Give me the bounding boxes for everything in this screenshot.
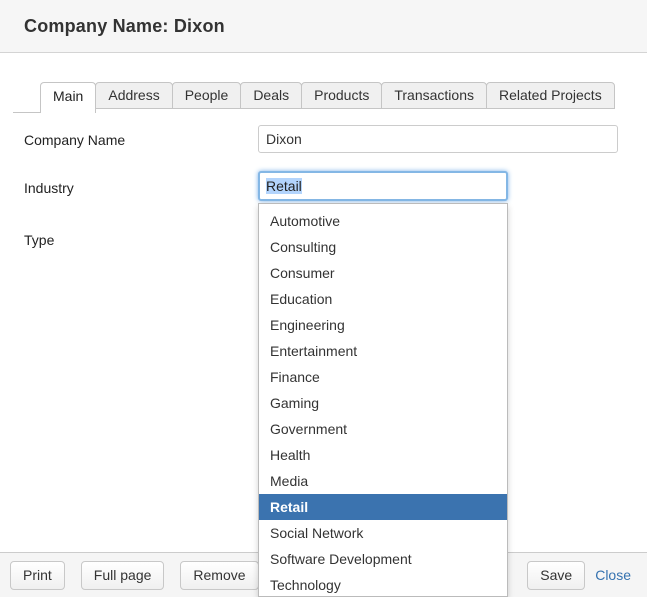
dropdown-option-software-development[interactable]: Software Development: [259, 546, 507, 572]
print-button[interactable]: Print: [10, 561, 65, 590]
dropdown-option-consulting[interactable]: Consulting: [259, 234, 507, 260]
tab-deals[interactable]: Deals: [240, 82, 302, 109]
company-dialog: Company Name: Dixon Main Address People …: [0, 0, 647, 597]
tab-related-projects[interactable]: Related Projects: [486, 82, 615, 109]
industry-dropdown: Automotive Consulting Consumer Education…: [258, 203, 508, 597]
dropdown-option-entertainment[interactable]: Entertainment: [259, 338, 507, 364]
page-title: Company Name: Dixon: [24, 16, 225, 37]
dropdown-option-engineering[interactable]: Engineering: [259, 312, 507, 338]
dropdown-option-social-network[interactable]: Social Network: [259, 520, 507, 546]
close-link[interactable]: Close: [595, 567, 631, 583]
dropdown-option-consumer[interactable]: Consumer: [259, 260, 507, 286]
tab-transactions[interactable]: Transactions: [381, 82, 487, 109]
tab-bar: Main Address People Deals Products Trans…: [40, 82, 614, 113]
type-label: Type: [24, 232, 54, 248]
tab-main[interactable]: Main: [40, 82, 96, 113]
dropdown-option-education[interactable]: Education: [259, 286, 507, 312]
industry-input[interactable]: Retail: [258, 171, 508, 201]
company-name-input[interactable]: [258, 125, 618, 153]
industry-label: Industry: [24, 180, 74, 196]
save-button[interactable]: Save: [527, 561, 585, 590]
tab-address[interactable]: Address: [95, 82, 172, 109]
dropdown-option-automotive[interactable]: Automotive: [259, 208, 507, 234]
company-name-label: Company Name: [24, 132, 125, 148]
dropdown-option-technology[interactable]: Technology: [259, 572, 507, 597]
remove-button[interactable]: Remove: [180, 561, 258, 590]
footer-left-actions: Print Full page Remove: [10, 561, 259, 590]
tab-people[interactable]: People: [172, 82, 242, 109]
dropdown-option-media[interactable]: Media: [259, 468, 507, 494]
dropdown-option-health[interactable]: Health: [259, 442, 507, 468]
footer-right-actions: Save Close: [527, 561, 631, 590]
industry-selected-text: Retail: [266, 178, 302, 194]
full-page-button[interactable]: Full page: [81, 561, 165, 590]
dialog-header: Company Name: Dixon: [0, 0, 647, 53]
tab-products[interactable]: Products: [301, 82, 382, 109]
dropdown-option-finance[interactable]: Finance: [259, 364, 507, 390]
dropdown-option-retail[interactable]: Retail: [259, 494, 507, 520]
dropdown-option-government[interactable]: Government: [259, 416, 507, 442]
dropdown-option-gaming[interactable]: Gaming: [259, 390, 507, 416]
